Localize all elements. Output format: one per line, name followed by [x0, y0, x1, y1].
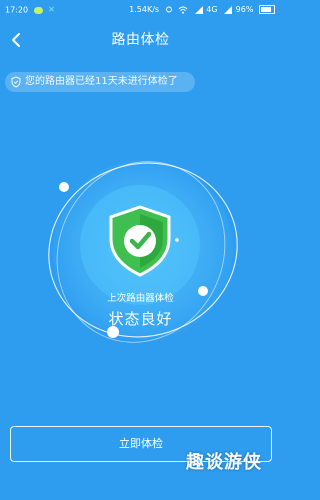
watermark-text: 趣谈游侠 — [186, 452, 262, 473]
wifi-icon — [178, 6, 188, 14]
orbit-dot — [59, 182, 69, 192]
app-notification-icon: ✕ — [48, 5, 55, 14]
router-status: 状态良好 — [108, 310, 173, 328]
signal-icon-2 — [224, 5, 233, 14]
shield-outline-icon — [11, 76, 21, 88]
signal-icon — [194, 5, 203, 14]
location-icon — [165, 6, 172, 12]
chat-notification-icon — [33, 6, 43, 14]
reminder-text: 您的路由器已经11天未进行体检了 — [25, 76, 178, 87]
status-bar: 17:20 ✕ 1.54K/s 4G 96% — [0, 0, 281, 20]
checkup-status-area: 上次路由器体检 状态良好 — [0, 140, 281, 370]
battery-percent: 96% — [235, 5, 254, 14]
last-check-label: 上次路由器体检 — [107, 293, 174, 304]
battery-icon — [259, 5, 275, 14]
app-header: 路由体检 — [0, 20, 281, 60]
network-type: 4G — [206, 5, 218, 14]
status-bar-left: 17:20 ✕ — [5, 0, 55, 21]
net-speed: 1.54K/s — [129, 5, 160, 14]
status-time: 17:20 — [5, 5, 29, 15]
shield-check-icon — [109, 205, 171, 277]
orbit-dot — [175, 238, 179, 242]
page-title: 路由体检 — [111, 32, 170, 48]
checkup-reminder: 您的路由器已经11天未进行体检了 — [5, 72, 195, 92]
status-bar-right: 1.54K/s 4G 96% — [129, 0, 275, 20]
